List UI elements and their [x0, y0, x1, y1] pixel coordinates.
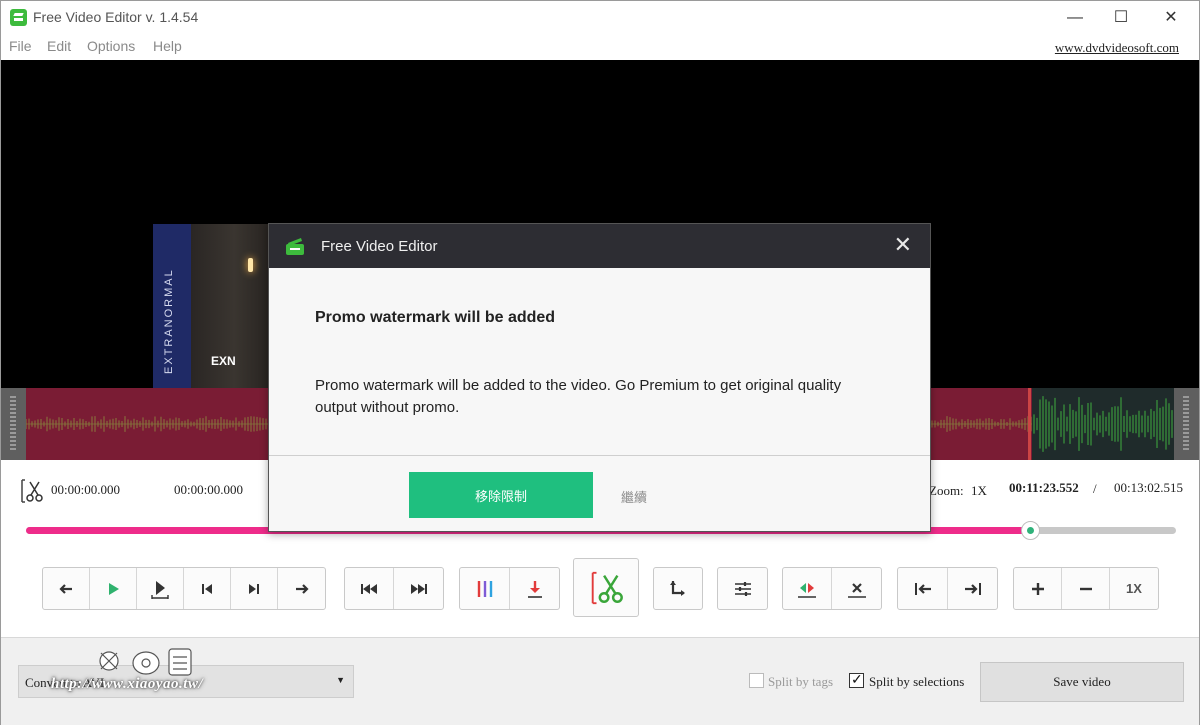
arrow-to-start-icon [914, 582, 931, 595]
site-watermark-text: http://www.xiaoyao.tw/ [51, 676, 204, 692]
website-link[interactable]: www.dvdvideosoft.com [1055, 40, 1179, 56]
download-button[interactable] [510, 568, 559, 609]
dropdown-arrow-icon: ▼ [336, 675, 345, 685]
minimize-button[interactable]: — [1051, 1, 1099, 35]
step-back-button[interactable] [43, 568, 90, 609]
rotate-arrow-icon [670, 580, 685, 596]
window-title: Free Video Editor v. 1.4.54 [33, 9, 199, 25]
red-green-arrows-icon [798, 582, 816, 598]
go-to-selection-start-button[interactable] [898, 568, 948, 609]
sliders-icon [734, 581, 751, 596]
previous-next-selection-button[interactable] [783, 568, 832, 609]
marker-controls-group [459, 567, 560, 610]
menu-edit[interactable]: Edit [47, 38, 71, 54]
dialog-title: Free Video Editor [321, 238, 438, 255]
selection-scissors-icon [21, 479, 43, 503]
previous-frame-button[interactable] [184, 568, 231, 609]
selection-end-time: 00:00:00.000 [174, 482, 243, 497]
app-logo-icon [286, 238, 304, 255]
minus-icon [1079, 587, 1092, 590]
remove-limits-button[interactable]: 移除限制 [409, 472, 593, 518]
frame-logo-text: EXN [211, 354, 236, 368]
jump-controls-group [344, 567, 444, 610]
plus-icon [1031, 582, 1044, 595]
timeline-scroll-right-handle[interactable] [1174, 388, 1199, 460]
promo-watermark-dialog: Free Video Editor ✕ Promo watermark will… [268, 223, 931, 532]
jump-end-button[interactable] [394, 568, 443, 609]
dialog-message: Promo watermark will be added to the vid… [315, 377, 842, 416]
zoom-reset-button[interactable]: 1X [1110, 568, 1158, 609]
delete-selection-button[interactable] [832, 568, 881, 609]
rewind-icon [361, 583, 377, 594]
total-duration: 00:13:02.515 [1114, 480, 1183, 495]
close-window-button[interactable]: ✕ [1147, 1, 1195, 35]
jump-start-button[interactable] [345, 568, 394, 609]
site-watermark-logo [99, 648, 192, 676]
rotate-button[interactable] [654, 568, 702, 609]
edit-toolbar: 1X [1, 542, 1199, 638]
download-arrow-icon [527, 580, 542, 598]
menu-file[interactable]: File [9, 38, 32, 54]
title-bar: Free Video Editor v. 1.4.54 — ☐ ✕ [1, 1, 1199, 35]
current-time: 00:11:23.552 [1009, 480, 1079, 495]
menu-help[interactable]: Help [153, 38, 182, 54]
dialog-title-bar: Free Video Editor ✕ [269, 224, 930, 268]
maximize-button[interactable]: ☐ [1097, 1, 1145, 35]
selection-start-time: 00:00:00.000 [51, 482, 120, 497]
arrow-left-icon [59, 583, 72, 594]
arrow-right-icon [295, 583, 309, 594]
add-markers-button[interactable] [460, 568, 510, 609]
skip-forward-icon [249, 583, 259, 594]
zoom-value: 1X [971, 483, 987, 498]
zoom-out-button[interactable] [1062, 568, 1110, 609]
play-selection-button[interactable] [137, 568, 184, 609]
time-separator: / [1093, 481, 1097, 496]
selection-bounds-group [897, 567, 998, 610]
zoom-in-button[interactable] [1014, 568, 1062, 609]
playback-slider-thumb[interactable] [1021, 521, 1041, 540]
app-logo-icon [10, 9, 27, 26]
continue-button[interactable]: 繼續 [621, 487, 647, 506]
split-by-selections-label[interactable]: Split by selections [869, 674, 964, 690]
zoom-label: Zoom: [929, 483, 964, 498]
candle-light [248, 258, 253, 272]
menu-bar: File Edit Options Help www.dvdvideosoft.… [1, 35, 1199, 60]
selection-nav-group [782, 567, 882, 610]
dialog-divider [269, 455, 930, 456]
split-by-tags-label[interactable]: Split by tags [768, 674, 833, 690]
step-forward-button[interactable] [278, 568, 325, 609]
skip-back-icon [202, 583, 212, 594]
cut-selection-button[interactable] [573, 558, 639, 617]
play-to-end-icon [151, 580, 169, 599]
timeline-playhead-marker[interactable] [1028, 388, 1031, 460]
markers-icon [477, 580, 492, 597]
play-icon [109, 582, 119, 595]
dialog-close-button[interactable]: ✕ [894, 233, 912, 257]
zoom-controls-group: 1X [1013, 567, 1159, 610]
next-frame-button[interactable] [231, 568, 278, 609]
dialog-heading: Promo watermark will be added [315, 309, 556, 326]
arrow-to-end-icon [964, 582, 981, 595]
save-video-button[interactable]: Save video [980, 662, 1184, 702]
playback-controls-group [42, 567, 326, 610]
video-frame: EXTRANORMAL EXN [153, 224, 269, 388]
split-by-selections-checkbox[interactable] [849, 671, 864, 688]
split-by-tags-checkbox[interactable] [749, 673, 764, 688]
delete-x-icon [847, 582, 866, 598]
fast-forward-icon [410, 583, 427, 594]
rotate-group [653, 567, 703, 610]
play-button[interactable] [90, 568, 137, 609]
timeline-scroll-left-handle[interactable] [1, 388, 26, 460]
app-window: Free Video Editor v. 1.4.54 — ☐ ✕ File E… [0, 0, 1200, 725]
menu-options[interactable]: Options [87, 38, 135, 54]
settings-group [717, 567, 768, 610]
frame-band-text: EXTRANORMAL [163, 268, 175, 374]
go-to-selection-end-button[interactable] [948, 568, 997, 609]
green-scissors-icon [591, 571, 623, 604]
adjustments-button[interactable] [718, 568, 767, 609]
